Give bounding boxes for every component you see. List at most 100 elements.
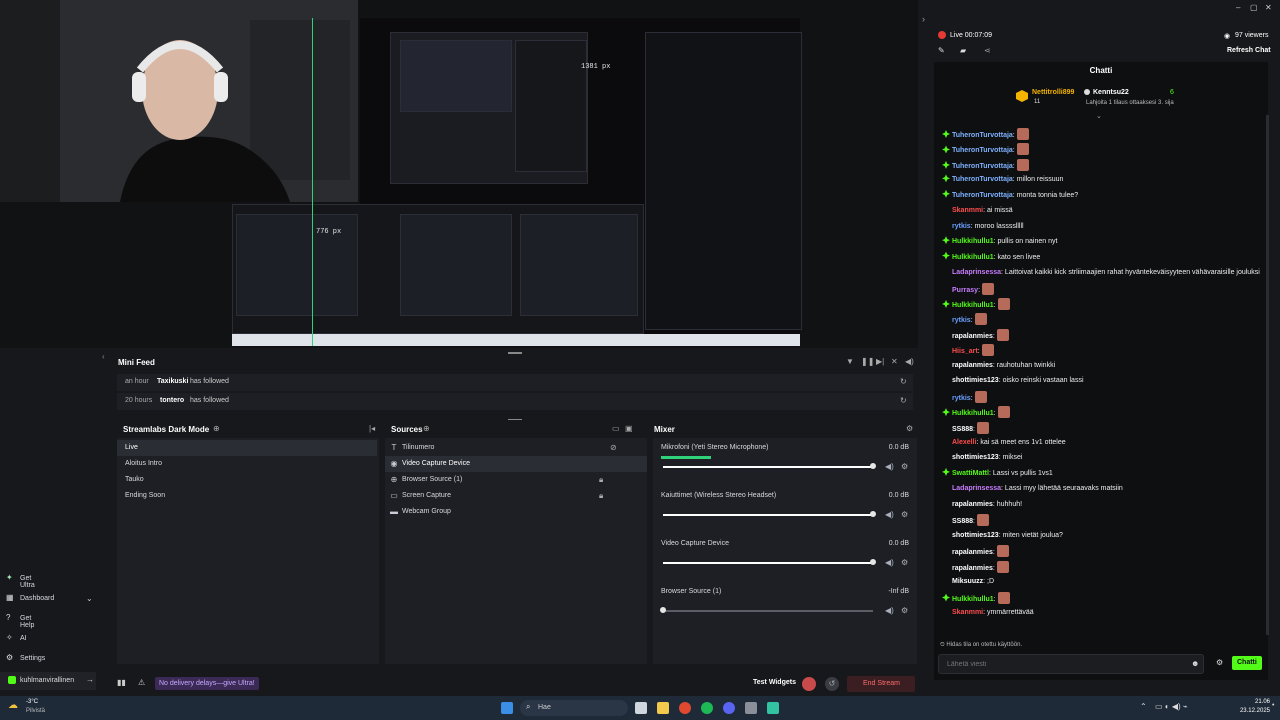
source-folder-icon[interactable]: ▭ — [612, 424, 620, 433]
clock-date[interactable]: 23.12.2025 — [1228, 708, 1270, 714]
source-item-video-capture[interactable]: ◉ Video Capture Device — [385, 456, 647, 472]
profile-row[interactable]: kuhlmanvirallinen → — [0, 672, 96, 690]
chat-username[interactable]: Ladaprinsessa — [952, 485, 1001, 492]
tray-icons[interactable]: ▭ ◐ ◀) ⌁ — [1155, 702, 1188, 711]
browser-icon[interactable] — [679, 702, 691, 714]
channel-settings-icon[interactable]: ⚙ — [901, 510, 908, 519]
chat-username[interactable]: TuheronTurvottaja — [952, 176, 1013, 183]
chat-username[interactable]: Hulkkihullu1 — [952, 302, 994, 309]
taskbar-search[interactable]: ⌕ Hae — [520, 700, 628, 716]
chat-settings-icon[interactable]: ⚙ — [1216, 658, 1223, 667]
chat-username[interactable]: Hulkkihullu1 — [952, 596, 994, 603]
send-chat-button[interactable]: Chatti — [1232, 656, 1262, 670]
chat-username[interactable]: Hulkkihullu1 — [952, 410, 994, 417]
app-icon[interactable] — [745, 702, 757, 714]
volume-icon[interactable]: ◀) — [905, 357, 914, 366]
emoji-icon[interactable]: ☻ — [1191, 659, 1199, 668]
volume-slider[interactable] — [663, 463, 876, 469]
chat-username[interactable]: TuheronTurvottaja — [952, 163, 1013, 170]
sidebar-collapse-icon[interactable]: ‹ — [102, 352, 105, 361]
replay-icon[interactable]: ↻ — [900, 377, 907, 386]
chat-username[interactable]: rapalanmies — [952, 549, 993, 556]
chat-username[interactable]: shottimies123 — [952, 532, 999, 539]
chat-username[interactable]: rapalanmies — [952, 501, 993, 508]
chat-input-field[interactable] — [945, 657, 1185, 672]
chat-username[interactable]: TuheronTurvottaja — [952, 132, 1013, 139]
discord-icon[interactable] — [723, 702, 735, 714]
channel-settings-icon[interactable]: ⚙ — [901, 558, 908, 567]
chat-username[interactable]: Miksuuzz — [952, 578, 983, 585]
source-item-tilinumero[interactable]: T Tilinumero ⊘ — [385, 440, 647, 456]
mute-icon[interactable]: ◀) — [885, 558, 894, 567]
chat-username[interactable]: Skanmmi — [952, 207, 983, 214]
chat-username[interactable]: TuheronTurvottaja — [952, 147, 1013, 154]
add-source-icon[interactable]: ⊕ — [423, 424, 430, 433]
chat-username[interactable]: shottimies123 — [952, 377, 999, 384]
add-scene-icon[interactable]: ⊕ — [213, 424, 220, 433]
replay-buffer-icon[interactable]: ↺ — [825, 677, 839, 691]
chat-username[interactable]: Skanmmi — [952, 609, 983, 616]
clip-icon[interactable]: ▰ — [960, 46, 966, 55]
sidebar-item-dashboard[interactable]: ▦ Dashboard ⌄ — [6, 592, 94, 606]
scene-layout-icon[interactable]: |◂ — [369, 424, 375, 433]
lock-icon[interactable]: 🔒︎ — [599, 491, 603, 501]
lock-icon[interactable]: 🔒︎ — [599, 475, 603, 485]
record-button[interactable] — [802, 677, 816, 691]
refresh-chat-button[interactable]: Refresh Chat — [1227, 47, 1271, 54]
close-icon[interactable]: ✕ — [1265, 3, 1272, 12]
clock-time[interactable]: 21.06 — [1228, 699, 1270, 705]
resize-handle[interactable] — [508, 352, 522, 354]
pinned-expand-icon[interactable]: ⌄ — [1096, 112, 1102, 120]
share-icon[interactable]: ⋖ — [984, 46, 991, 55]
chat-input[interactable]: ☻ — [938, 654, 1204, 674]
scene-item-aloitus-intro[interactable]: Aloitus Intro — [117, 456, 377, 472]
mute-icon[interactable]: ◀) — [885, 462, 894, 471]
channel-settings-icon[interactable]: ⚙ — [901, 606, 908, 615]
chat-username[interactable]: rapalanmies — [952, 565, 993, 572]
windows-start-icon[interactable] — [501, 702, 513, 714]
streamlabs-icon[interactable] — [767, 702, 779, 714]
scene-item-tauko[interactable]: Tauko — [117, 472, 377, 488]
scene-collection-title[interactable]: Streamlabs Dark Mode — [123, 425, 209, 434]
replay-icon[interactable]: ↻ — [900, 396, 907, 405]
maximize-icon[interactable]: ▢ — [1250, 3, 1258, 12]
scene-item-live[interactable]: Live — [117, 440, 377, 456]
chat-username[interactable]: rapalanmies — [952, 362, 993, 369]
chat-username[interactable]: Ladaprinsessa — [952, 269, 1001, 276]
tray-chevron-icon[interactable]: ⌃ — [1140, 702, 1147, 711]
filter-icon[interactable]: ▼ — [846, 357, 854, 366]
top-gifter-name[interactable]: Nettitrolli899 — [1032, 89, 1074, 96]
chat-username[interactable]: Alexelli — [952, 439, 977, 446]
chat-username[interactable]: shottimies123 — [952, 454, 999, 461]
mixer-settings-icon[interactable]: ⚙ — [906, 424, 913, 433]
source-item-webcam-group[interactable]: ▬ Webcam Group — [385, 504, 647, 520]
second-gifter-name[interactable]: Kenntsu22 — [1093, 89, 1129, 96]
chat-scrollbar[interactable] — [1266, 115, 1269, 635]
source-settings-icon[interactable]: ▣ — [625, 424, 633, 433]
spotify-icon[interactable] — [701, 702, 713, 714]
end-stream-button[interactable]: End Stream — [847, 676, 915, 692]
chat-username[interactable]: Hulkkihullu1 — [952, 238, 994, 245]
skip-icon[interactable]: ▶| — [876, 357, 884, 366]
channel-settings-icon[interactable]: ⚙ — [901, 462, 908, 471]
edit-icon[interactable]: ✎ — [938, 46, 945, 55]
source-item-browser-source[interactable]: ⊕ Browser Source (1) 🔒︎ — [385, 472, 647, 488]
mute-icon[interactable]: ◀) — [885, 510, 894, 519]
pause-icon[interactable]: ❚❚ — [861, 357, 874, 366]
mute-alerts-icon[interactable]: ✕ — [891, 357, 898, 366]
visibility-icon[interactable]: ⊘ — [610, 443, 617, 452]
chat-username[interactable]: rytkis — [952, 317, 971, 324]
chat-username[interactable]: SS888 — [952, 426, 973, 433]
chat-username[interactable]: rytkis — [952, 223, 971, 230]
collapse-chevron-icon[interactable]: › — [922, 14, 925, 24]
source-item-screen-capture[interactable]: ▭ Screen Capture 🔒︎ — [385, 488, 647, 504]
chat-username[interactable]: Hulkkihullu1 — [952, 254, 994, 261]
chat-username[interactable]: Hiis_art — [952, 348, 978, 355]
chat-username[interactable]: SwattiMattl — [952, 470, 989, 477]
notifications-icon[interactable]: • — [1272, 702, 1274, 709]
file-explorer-icon[interactable] — [657, 702, 669, 714]
logout-icon[interactable]: → — [86, 675, 94, 684]
promo-banner[interactable]: No delivery delays—give Ultra! — [155, 677, 259, 690]
stream-preview[interactable]: 1381 px 776 px — [0, 0, 918, 348]
chat-username[interactable]: rapalanmies — [952, 333, 993, 340]
